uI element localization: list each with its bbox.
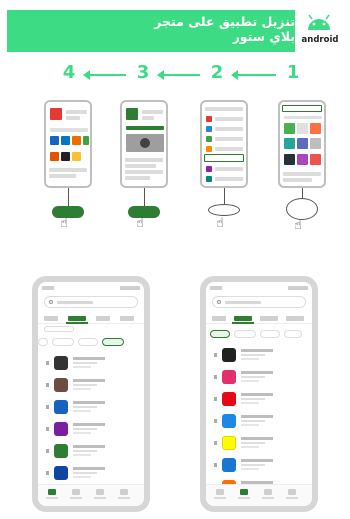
list-item[interactable] <box>44 442 138 462</box>
step-3-callout <box>128 206 160 218</box>
list-item[interactable] <box>212 390 306 410</box>
top-charts-phone-left <box>32 276 150 512</box>
step-number-4: 4 <box>62 62 76 83</box>
tab-bar <box>38 314 144 324</box>
list-item[interactable] <box>44 376 138 396</box>
arrow-left-icon <box>231 70 276 80</box>
step-4-callout <box>52 206 84 218</box>
status-bar <box>42 286 140 291</box>
callout-line <box>144 188 145 206</box>
pointing-hand-icon: ☝ <box>136 216 144 231</box>
list-item[interactable] <box>44 464 138 484</box>
callout-line <box>224 188 225 204</box>
header-banner: تنزيل تطبيق على متجر بلاي ستور android <box>7 10 343 52</box>
banner-title: تنزيل تطبيق على متجر بلاي ستور <box>115 14 295 44</box>
step-2-phone <box>200 100 248 188</box>
category-chips <box>38 338 144 348</box>
list-item[interactable] <box>212 434 306 454</box>
list-item[interactable] <box>212 412 306 432</box>
step-3-phone <box>120 100 168 188</box>
logo-text: android <box>301 35 339 45</box>
list-item[interactable] <box>44 398 138 418</box>
bottom-navigation <box>38 484 144 506</box>
search-input[interactable] <box>212 296 306 308</box>
category-chips <box>206 330 312 340</box>
step-2-callout <box>208 204 240 216</box>
banner-title-line2: بلاي ستور <box>232 29 295 44</box>
step-number-1: 1 <box>286 62 300 83</box>
list-item[interactable] <box>212 456 306 476</box>
android-robot-icon <box>308 14 330 30</box>
banner-title-line1: تنزيل تطبيق على متجر <box>154 14 295 29</box>
search-input[interactable] <box>44 296 138 308</box>
step-1-callout <box>286 198 318 220</box>
pointing-hand-icon: ☝ <box>294 218 302 233</box>
list-item[interactable] <box>212 368 306 388</box>
callout-line <box>68 188 69 206</box>
bottom-navigation <box>206 484 312 506</box>
step-number-3: 3 <box>136 62 150 83</box>
top-charts-phone-right <box>200 276 318 512</box>
step-number-2: 2 <box>210 62 224 83</box>
list-item[interactable] <box>44 354 138 374</box>
pointing-hand-icon: ☝ <box>60 216 68 231</box>
arrow-left-icon <box>83 70 126 80</box>
list-item[interactable] <box>44 420 138 440</box>
android-logo: android <box>295 10 343 52</box>
pointing-hand-icon: ☝ <box>216 216 224 231</box>
tab-bar <box>206 314 312 324</box>
status-bar <box>210 286 308 291</box>
arrow-left-icon <box>157 70 200 80</box>
list-item[interactable] <box>212 346 306 366</box>
step-4-phone <box>44 100 92 188</box>
step-1-phone <box>278 100 326 188</box>
